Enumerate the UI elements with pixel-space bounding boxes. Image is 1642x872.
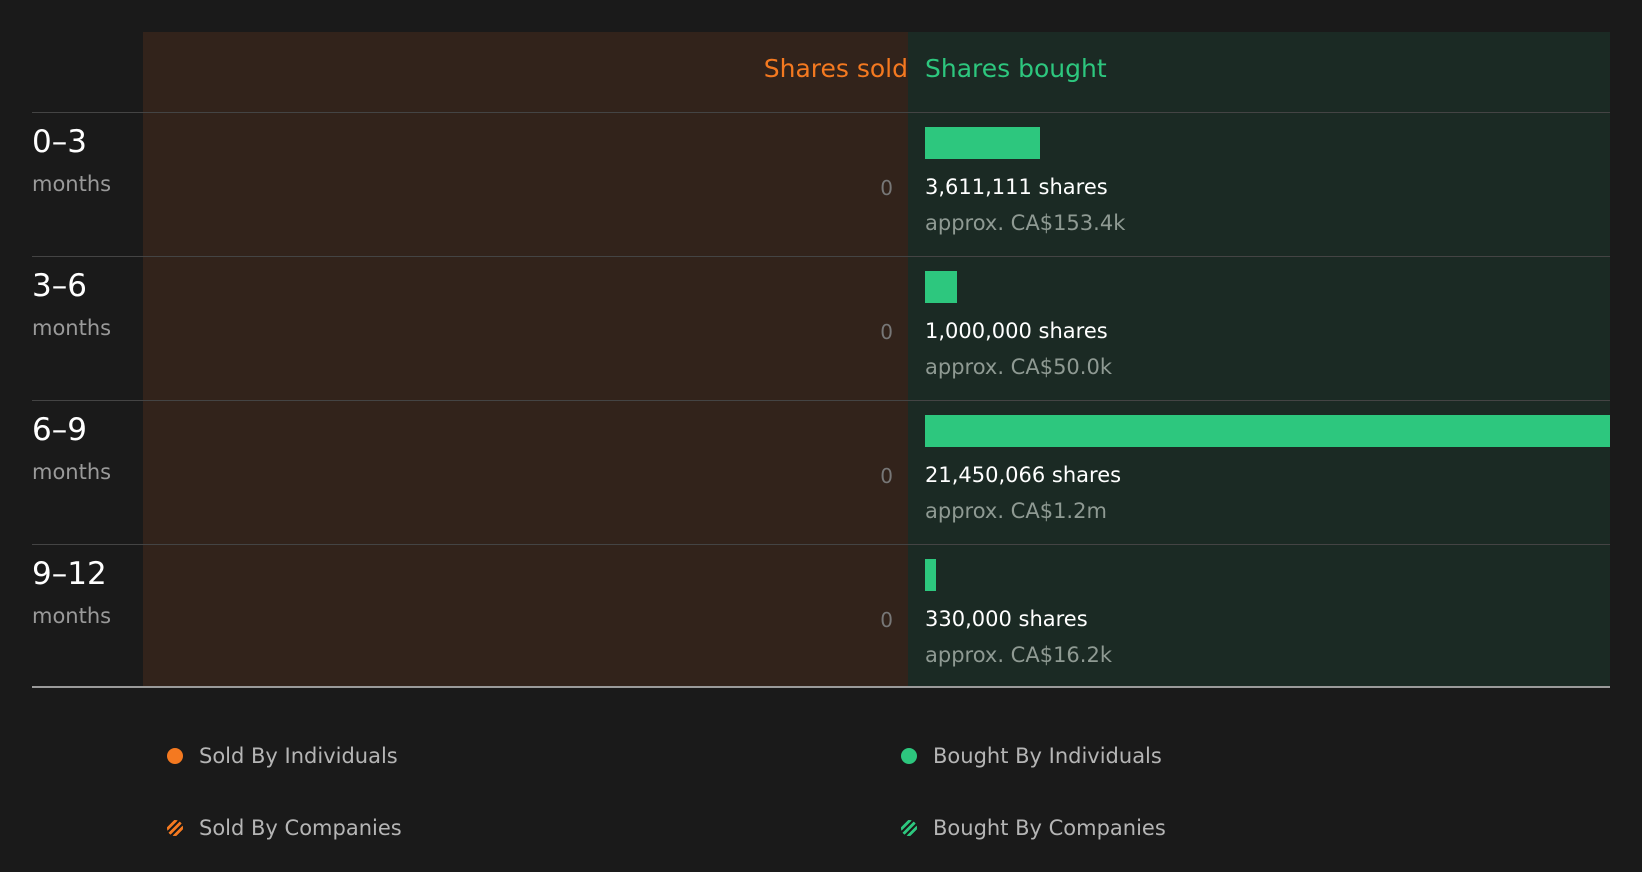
bought-bar <box>925 271 957 303</box>
sold-data-label: 0 <box>880 464 893 488</box>
bought-shares-label: 3,611,111 shares <box>925 175 1108 199</box>
legend-sold-companies: Sold By Companies <box>167 816 402 840</box>
bought-bar <box>925 559 936 591</box>
bought-value-label: approx. CA$50.0k <box>925 355 1112 379</box>
bought-value-label: approx. CA$153.4k <box>925 211 1126 235</box>
bought-shares-label: 330,000 shares <box>925 607 1088 631</box>
sold-data-label: 0 <box>880 176 893 200</box>
period-range-label: 0–3 <box>32 124 87 160</box>
legend-sold-individuals: Sold By Individuals <box>167 744 398 768</box>
table-row: 9–12 months 0 330,000 shares approx. CA$16.2… <box>0 544 1642 688</box>
period-unit-label: months <box>32 604 112 628</box>
legend-label: Sold By Individuals <box>199 744 398 768</box>
bought-shares-label: 1,000,000 shares <box>925 319 1108 343</box>
solid-dot-icon <box>901 748 917 764</box>
period-range-label: 6–9 <box>32 412 87 448</box>
period-range-label: 3–6 <box>32 268 87 304</box>
bought-bar <box>925 127 1040 159</box>
period-range-label: 9–12 <box>32 556 107 592</box>
shares-sold-header: Shares sold <box>763 54 908 83</box>
bought-bar <box>925 415 1610 447</box>
sold-data-label: 0 <box>880 320 893 344</box>
legend-label: Bought By Individuals <box>933 744 1162 768</box>
legend-bought-companies: Bought By Companies <box>901 816 1166 840</box>
hatched-dot-icon <box>167 820 183 836</box>
sold-data-label: 0 <box>880 608 893 632</box>
table-row: 6–9 months 0 21,450,066 shares approx. CA$1.… <box>0 400 1642 544</box>
table-row: 0–3 months 0 3,611,111 shares approx. CA$153… <box>0 112 1642 256</box>
legend-label: Bought By Companies <box>933 816 1166 840</box>
period-unit-label: months <box>32 172 112 196</box>
hatched-dot-icon <box>901 820 917 836</box>
bought-value-label: approx. CA$16.2k <box>925 643 1112 667</box>
period-unit-label: months <box>32 460 112 484</box>
bought-value-label: approx. CA$1.2m <box>925 499 1107 523</box>
period-unit-label: months <box>32 316 112 340</box>
bought-shares-label: 21,450,066 shares <box>925 463 1122 487</box>
table-row: 3–6 months 0 1,000,000 shares approx. CA$50.… <box>0 256 1642 400</box>
legend-bought-individuals: Bought By Individuals <box>901 744 1162 768</box>
shares-bought-header: Shares bought <box>925 54 1107 83</box>
solid-dot-icon <box>167 748 183 764</box>
legend-label: Sold By Companies <box>199 816 402 840</box>
